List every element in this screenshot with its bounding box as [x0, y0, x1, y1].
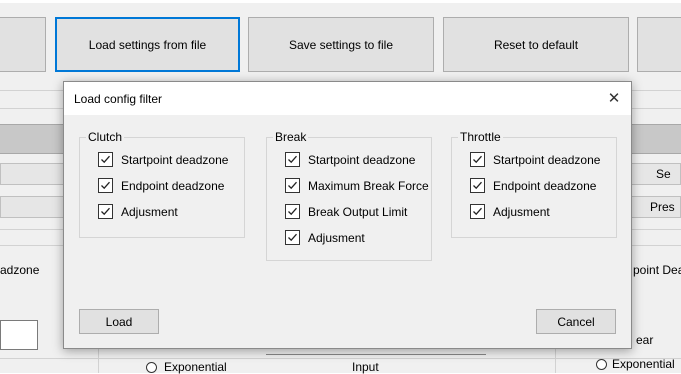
throttle-startpoint-checkbox[interactable]: Startpoint deadzone [470, 151, 600, 168]
checkbox-checked-icon[interactable] [98, 152, 113, 167]
checkbox-label: Endpoint deadzone [493, 178, 597, 193]
load-settings-button[interactable]: Load settings from file [55, 17, 240, 72]
throttle-group: Throttle Startpoint deadzone Endpoint de… [451, 130, 617, 238]
checkbox-label: Startpoint deadzone [493, 152, 601, 167]
cancel-button[interactable]: Cancel [536, 309, 616, 334]
right-linear-label: ear [636, 333, 654, 347]
partial-right-button[interactable] [637, 17, 681, 72]
checkbox-label: Startpoint deadzone [308, 152, 416, 167]
clutch-adjusment-checkbox[interactable]: Adjusment [98, 203, 228, 220]
checkbox-checked-icon[interactable] [285, 152, 300, 167]
load-config-filter-dialog: Load config filter ✕ Clutch Startpoint d… [63, 81, 632, 349]
break-adjusment-checkbox[interactable]: Adjusment [285, 229, 429, 246]
save-settings-label: Save settings to file [288, 37, 394, 52]
throttle-endpoint-checkbox[interactable]: Endpoint deadzone [470, 177, 600, 194]
checkbox-label: Break Output Limit [308, 204, 408, 219]
checkbox-label: Adjusment [308, 230, 365, 245]
right-deadzone-label: point Dea [633, 263, 681, 277]
clutch-endpoint-checkbox[interactable]: Endpoint deadzone [98, 177, 228, 194]
input-label: Input [352, 360, 379, 374]
checkbox-checked-icon[interactable] [98, 204, 113, 219]
cancel-button-label: Cancel [557, 314, 595, 329]
break-group: Break Startpoint deadzone Maximum Break … [266, 130, 432, 261]
checkbox-checked-icon[interactable] [470, 204, 485, 219]
exponential-radio-left[interactable] [146, 362, 157, 373]
checkbox-checked-icon[interactable] [470, 152, 485, 167]
break-startpoint-checkbox[interactable]: Startpoint deadzone [285, 151, 429, 168]
checkbox-label: Adjusment [493, 204, 550, 219]
load-settings-label: Load settings from file [88, 37, 207, 52]
break-max-force-checkbox[interactable]: Maximum Break Force [285, 177, 429, 194]
clutch-group-title: Clutch [86, 130, 125, 144]
load-button-label: Load [105, 314, 133, 329]
checkbox-checked-icon[interactable] [285, 204, 300, 219]
save-settings-button[interactable]: Save settings to file [248, 17, 434, 72]
checkbox-label: Startpoint deadzone [121, 152, 229, 167]
dialog-titlebar: Load config filter ✕ [64, 82, 631, 115]
clutch-group: Clutch Startpoint deadzone Endpoint dead… [79, 130, 245, 238]
exponential-label-left: Exponential [164, 360, 227, 374]
partial-left-button[interactable] [0, 17, 46, 72]
dialog-title: Load config filter [74, 91, 163, 106]
left-deadzone-label: adzone [0, 263, 40, 277]
checkbox-checked-icon[interactable] [285, 178, 300, 193]
right-header-text: Se [656, 167, 671, 181]
app-top-strip [0, 0, 681, 3]
checkbox-label: Maximum Break Force [308, 178, 429, 193]
reset-default-button[interactable]: Reset to default [443, 17, 629, 72]
divider-line [0, 358, 681, 359]
checkbox-label: Endpoint deadzone [121, 178, 225, 193]
reset-default-label: Reset to default [493, 37, 579, 52]
clutch-startpoint-checkbox[interactable]: Startpoint deadzone [98, 151, 228, 168]
input-underline [266, 354, 486, 355]
load-button[interactable]: Load [79, 309, 159, 334]
exponential-radio-right[interactable] [596, 359, 607, 370]
throttle-group-title: Throttle [458, 130, 503, 144]
break-output-limit-checkbox[interactable]: Break Output Limit [285, 203, 429, 220]
checkbox-checked-icon[interactable] [470, 178, 485, 193]
throttle-adjusment-checkbox[interactable]: Adjusment [470, 203, 600, 220]
checkbox-label: Adjusment [121, 204, 178, 219]
value-box[interactable] [0, 320, 38, 350]
exponential-label-right: Exponential [612, 357, 675, 371]
right-preset-text: Pres [650, 200, 675, 214]
checkbox-checked-icon[interactable] [285, 230, 300, 245]
close-icon[interactable]: ✕ [605, 89, 623, 107]
checkbox-checked-icon[interactable] [98, 178, 113, 193]
break-group-title: Break [273, 130, 309, 144]
